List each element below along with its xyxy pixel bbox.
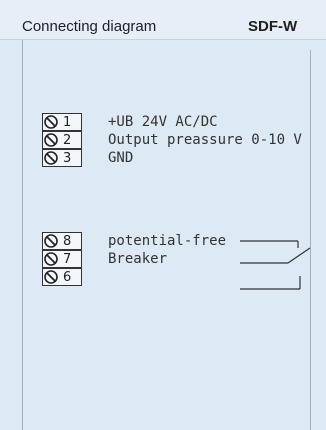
breaker-switch-icon bbox=[240, 240, 311, 290]
diagram-panel: Connecting diagram SDF-W 1 2 3 +UB 24V A… bbox=[0, 0, 326, 430]
